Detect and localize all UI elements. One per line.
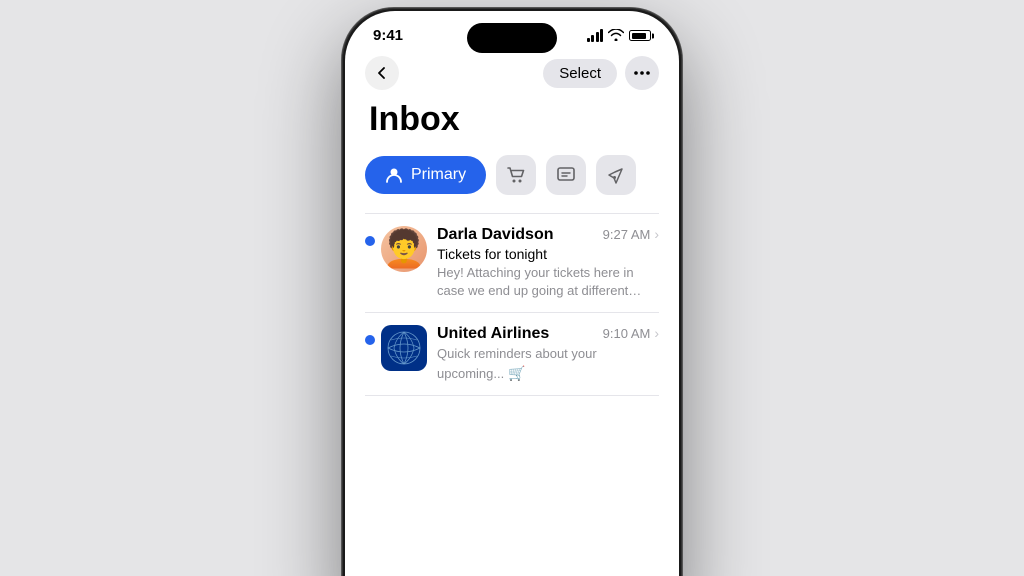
inbox-title: Inbox [365, 100, 659, 139]
email-header-united: United Airlines 9:10 AM › [437, 325, 659, 343]
signal-icon [587, 30, 604, 42]
tab-shopping[interactable] [496, 155, 536, 195]
email-header-darla: Darla Davidson 9:27 AM › [437, 226, 659, 244]
unread-indicator-united [365, 335, 375, 345]
tab-social[interactable] [546, 155, 586, 195]
email-sender-united: United Airlines [437, 325, 549, 343]
email-preview-darla: Hey! Attaching your tickets here in case… [437, 264, 659, 300]
email-time-row-united: 9:10 AM › [603, 325, 659, 341]
email-time-darla: 9:27 AM [603, 227, 651, 242]
email-time-row-darla: 9:27 AM › [603, 226, 659, 242]
navigation-bar: Select [345, 52, 679, 100]
chevron-right-icon: › [654, 226, 659, 242]
email-item-darla[interactable]: 🧑‍🦱 Darla Davidson 9:27 AM › Tickets for… [365, 214, 659, 313]
email-preview-united: Quick reminders about your upcoming...🛒 [437, 345, 659, 383]
shopping-tag-icon: 🛒 [508, 365, 525, 381]
battery-icon [629, 30, 651, 41]
filter-tabs: Primary [365, 155, 659, 195]
email-list: 🧑‍🦱 Darla Davidson 9:27 AM › Tickets for… [365, 213, 659, 396]
back-button[interactable] [365, 56, 399, 90]
dynamic-island [467, 23, 557, 53]
email-item-united[interactable]: United Airlines 9:10 AM › Quick reminder… [365, 313, 659, 396]
select-button[interactable]: Select [543, 59, 617, 88]
avatar-united [381, 325, 427, 371]
email-subject-darla: Tickets for tonight [437, 246, 659, 262]
tab-primary[interactable]: Primary [365, 156, 486, 194]
status-icons [587, 29, 652, 43]
nav-right-buttons: Select [543, 56, 659, 90]
unread-indicator [365, 236, 375, 246]
chevron-right-icon-united: › [654, 325, 659, 341]
email-body-united: United Airlines 9:10 AM › Quick reminder… [437, 325, 659, 383]
phone-shell: 9:41 [342, 8, 682, 576]
status-time: 9:41 [373, 27, 403, 44]
email-body-darla: Darla Davidson 9:27 AM › Tickets for ton… [437, 226, 659, 300]
more-button[interactable] [625, 56, 659, 90]
avatar-darla: 🧑‍🦱 [381, 226, 427, 272]
tab-primary-label: Primary [411, 166, 466, 184]
email-sender-darla: Darla Davidson [437, 226, 553, 244]
tab-promotions[interactable] [596, 155, 636, 195]
email-time-united: 9:10 AM [603, 326, 651, 341]
content-area: Inbox Primary [345, 100, 679, 396]
wifi-icon [608, 29, 624, 43]
scene: 9:41 [0, 0, 1024, 576]
phone-screen: 9:41 [345, 11, 679, 576]
